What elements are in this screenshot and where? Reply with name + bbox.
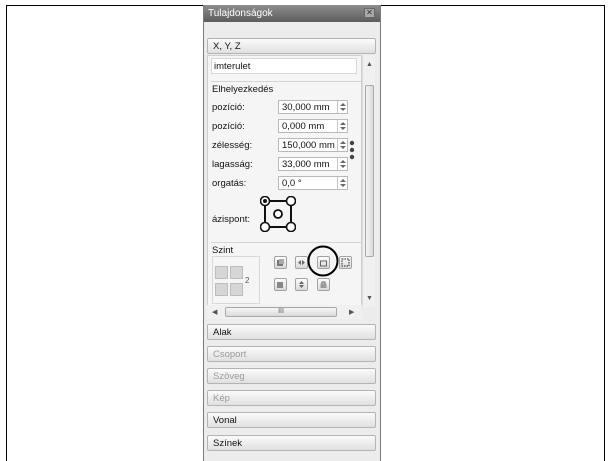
section-xyz-header[interactable]: X, Y, Z xyxy=(207,38,376,54)
bring-forward-button[interactable] xyxy=(215,266,228,279)
scroll-right-arrow[interactable]: ▶ xyxy=(349,308,354,316)
rotation-field[interactable]: 0,0 ° xyxy=(278,176,348,190)
y-position-spinner[interactable] xyxy=(337,120,347,132)
rotation-label: orgatás: xyxy=(212,178,247,189)
x-position-field[interactable]: 30,000 mm xyxy=(278,100,348,114)
object-name-field[interactable]: imterulet xyxy=(211,58,357,74)
vertical-scroll-thumb[interactable] xyxy=(365,85,374,257)
section-xyz-label: X, Y, Z xyxy=(213,41,241,52)
section-szoveg-label: Szöveg xyxy=(213,371,245,382)
width-field[interactable]: 150,000 mm xyxy=(278,138,348,152)
anchor-point-selector[interactable] xyxy=(260,196,296,232)
shadow-button[interactable] xyxy=(274,256,287,269)
rotation-value: 0,0 ° xyxy=(282,178,302,189)
close-icon[interactable]: ✕ xyxy=(364,8,375,18)
bring-to-front-button[interactable] xyxy=(230,266,243,279)
section-kep-header: Kép xyxy=(207,390,376,406)
scroll-grip: III xyxy=(278,308,284,315)
flip-vertical-button[interactable] xyxy=(295,278,308,291)
print-toggle-button[interactable] xyxy=(274,278,287,291)
x-position-value: 30,000 mm xyxy=(282,102,330,113)
level-heading: Szint xyxy=(212,245,234,256)
width-value: 150,000 mm xyxy=(282,140,335,151)
section-szoveg-header: Szöveg xyxy=(207,368,376,384)
height-label: lagasság: xyxy=(212,159,253,170)
scroll-up-arrow[interactable]: ▲ xyxy=(366,61,373,68)
fit-frame-button[interactable] xyxy=(339,256,352,269)
horizontal-scroll-thumb[interactable]: III xyxy=(225,307,337,317)
level-number: 2 xyxy=(245,276,250,285)
section-vonal-label: Vonal xyxy=(213,415,237,426)
y-position-label: pozíció: xyxy=(212,121,245,132)
width-spinner[interactable] xyxy=(337,139,347,151)
section-csoport-header: Csoport xyxy=(207,346,376,362)
width-label: zélesség: xyxy=(212,140,253,151)
level-box xyxy=(212,256,260,304)
placement-heading: Elhelyezkedés xyxy=(212,84,274,95)
section-csoport-label: Csoport xyxy=(213,349,247,360)
highlight-circle xyxy=(307,245,339,277)
y-position-value: 0,000 mm xyxy=(282,121,325,132)
height-field[interactable]: 33,000 mm xyxy=(278,157,348,171)
lock-object-button[interactable] xyxy=(317,278,330,291)
anchor-point-label: ázispont: xyxy=(212,214,251,225)
properties-panel: Tulajdonságok ✕ X, Y, Z imterulet Elhely… xyxy=(203,5,381,461)
section-szinek-label: Színek xyxy=(213,438,243,449)
x-position-spinner[interactable] xyxy=(337,101,347,113)
section-kep-label: Kép xyxy=(213,393,230,404)
send-backward-button[interactable] xyxy=(215,283,228,296)
xyz-content: imterulet Elhelyezkedés pozíció: 30,000 … xyxy=(207,55,362,319)
horizontal-scrollbar[interactable]: ◀ III ▶ xyxy=(207,305,362,319)
panel-titlebar: Tulajdonságok ✕ xyxy=(204,5,380,22)
y-position-field[interactable]: 0,000 mm xyxy=(278,119,348,133)
send-to-back-button[interactable] xyxy=(230,283,243,296)
height-value: 33,000 mm xyxy=(282,159,330,170)
height-spinner[interactable] xyxy=(337,158,347,170)
section-vonal-header[interactable]: Vonal xyxy=(207,412,376,428)
section-szinek-header[interactable]: Színek xyxy=(207,435,376,451)
section-alak-header[interactable]: Alak xyxy=(207,324,376,340)
panel-title: Tulajdonságok xyxy=(208,8,273,19)
x-position-label: pozíció: xyxy=(212,102,245,113)
keep-ratio-icon[interactable] xyxy=(349,140,355,164)
scroll-down-arrow[interactable]: ▼ xyxy=(366,295,373,302)
scroll-left-arrow[interactable]: ◀ xyxy=(212,308,217,316)
section-alak-label: Alak xyxy=(213,327,232,338)
rotation-spinner[interactable] xyxy=(337,177,347,189)
vertical-scrollbar[interactable]: ▲ ▼ xyxy=(362,55,375,307)
